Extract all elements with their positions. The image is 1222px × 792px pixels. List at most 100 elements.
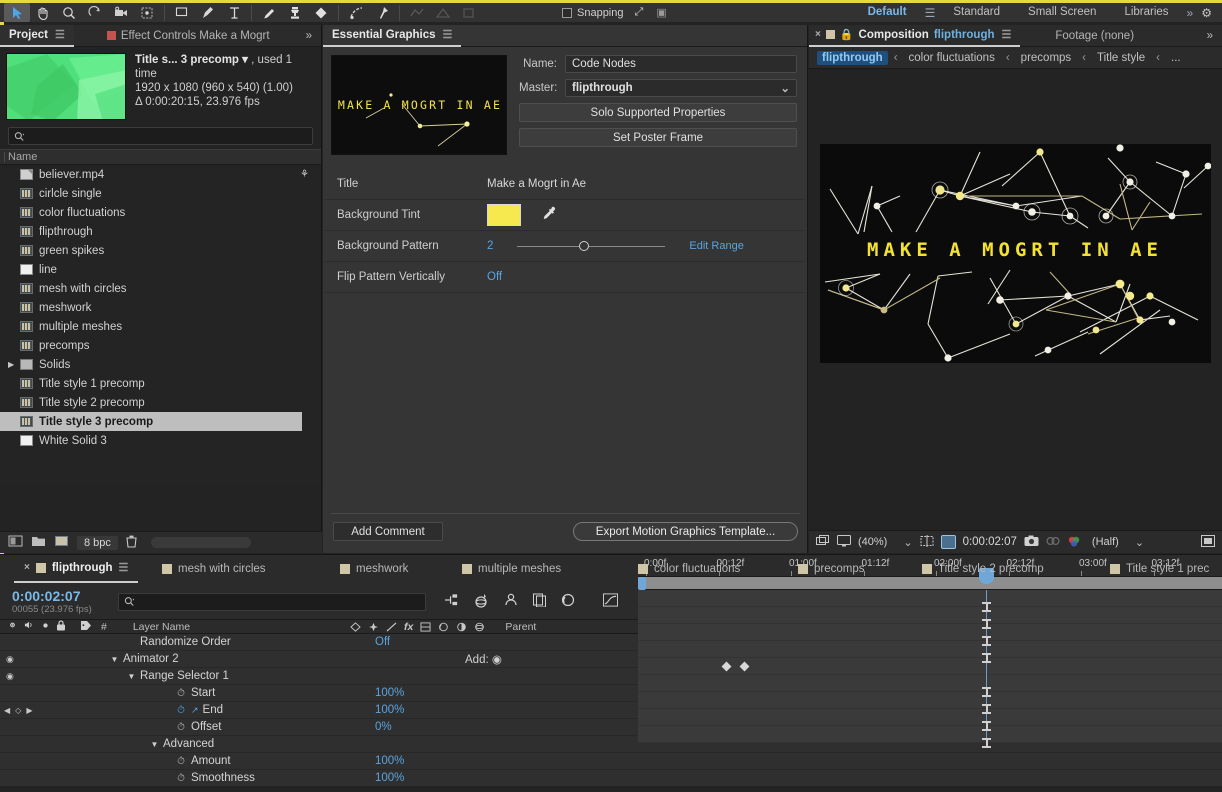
keyframe-toggle-icon[interactable]: ◇ <box>15 706 21 715</box>
comp-timecode[interactable]: 0:00:02:07 <box>963 536 1017 548</box>
graph-editor-icon[interactable] <box>603 593 618 610</box>
next-keyframe-icon[interactable]: ▶ <box>26 706 32 715</box>
property-value[interactable]: 100% <box>375 755 404 767</box>
enable-motion-blur-icon[interactable] <box>561 593 575 610</box>
breadcrumb-item[interactable]: precomps <box>1016 51 1077 65</box>
project-list-item[interactable]: line <box>0 260 321 279</box>
draft-3d-icon[interactable] <box>473 593 489 611</box>
timeline-keyframe-grid[interactable] <box>638 590 1222 742</box>
timeline-grid-row[interactable] <box>638 675 1222 692</box>
timeline-grid-row[interactable] <box>638 692 1222 709</box>
comp-snapshot-icon[interactable] <box>1024 535 1039 550</box>
project-menu-icon[interactable]: ☰ <box>55 28 65 41</box>
snap-target-icon[interactable]: ⤢ <box>635 6 644 19</box>
property-value[interactable]: 100% <box>375 704 404 716</box>
comp-region-of-interest-icon[interactable] <box>941 535 956 549</box>
timeline-search-box[interactable] <box>118 593 426 611</box>
timeline-tab[interactable]: ×flipthrough☰ <box>14 554 138 583</box>
timeline-tab[interactable]: mesh with circles <box>152 554 276 583</box>
workspace-overflow-icon[interactable]: » <box>1183 6 1198 20</box>
project-list-item[interactable]: mesh with circles <box>0 279 321 298</box>
snapping-group[interactable]: Snapping ⤢ ▣ <box>562 6 667 19</box>
project-list-item[interactable]: Title style 1 precomp <box>0 374 321 393</box>
timeline-tab[interactable]: color fluctuations <box>628 554 750 583</box>
snapping-checkbox[interactable] <box>562 8 572 18</box>
eg-prop-title[interactable]: Title Make a Mogrt in Ae <box>325 169 805 200</box>
timeline-tab[interactable]: meshwork <box>330 554 418 583</box>
eg-prop-flip-value[interactable]: Off <box>487 271 502 283</box>
breadcrumb-item[interactable]: flipthrough <box>817 51 888 65</box>
composition-tabs-overflow[interactable]: » <box>1198 25 1222 47</box>
project-search-box[interactable] <box>8 127 313 145</box>
audio-switch-icon[interactable] <box>24 620 35 633</box>
composition-menu-icon[interactable]: ☰ <box>1002 28 1012 41</box>
puppet-pin-tool[interactable] <box>369 3 395 22</box>
project-list-item[interactable]: flipthrough <box>0 222 321 241</box>
stopwatch-icon[interactable]: ⏱ <box>175 722 187 733</box>
timeline-tab[interactable]: Title style 2 precomp <box>912 554 1054 583</box>
add-comment-button[interactable]: Add Comment <box>333 522 443 541</box>
workspace-settings-icon[interactable]: ⚙ <box>1197 6 1216 20</box>
roto-brush-tool[interactable] <box>343 3 369 22</box>
comp-show-snapshot-icon[interactable] <box>1046 535 1060 550</box>
clone-stamp-tool[interactable] <box>282 3 308 22</box>
camera-tool[interactable] <box>108 3 134 22</box>
new-folder-icon[interactable] <box>31 535 46 550</box>
folder-twirl-icon[interactable]: ▶ <box>8 360 14 369</box>
close-icon[interactable]: × <box>24 562 30 573</box>
eg-prop-flip-vertically[interactable]: Flip Pattern Vertically Off <box>325 262 805 293</box>
project-list-item[interactable]: meshwork <box>0 298 321 317</box>
keyframe-marker[interactable] <box>982 636 991 646</box>
type-tool[interactable] <box>221 3 247 22</box>
eye-icon[interactable]: ◉ <box>6 671 14 682</box>
project-list-item[interactable]: color fluctuations <box>0 203 321 222</box>
project-item-list[interactable]: believer.mp4⚘cirlcle singlecolor fluctua… <box>0 165 321 485</box>
brush-tool[interactable] <box>256 3 282 22</box>
comp-resolution-dropdown[interactable]: (Half) ⌄ <box>1092 536 1144 549</box>
add-animator-button[interactable]: Add: ◉ <box>465 652 502 666</box>
timeline-current-time-group[interactable]: 0:00:02:07 00055 (23.976 fps) <box>0 589 118 615</box>
comp-grid-guides-icon[interactable] <box>920 535 934 550</box>
lock-switch-icon[interactable] <box>56 620 66 634</box>
project-list-item[interactable]: Title style 3 precomp <box>0 412 302 431</box>
keyframe-marker[interactable] <box>982 738 991 748</box>
timeline-tab[interactable]: Title style 1 prec <box>1100 554 1219 583</box>
eye-icon[interactable]: ◉ <box>6 654 14 665</box>
composition-breadcrumb[interactable]: flipthrough‹color fluctuations‹precomps‹… <box>809 47 1222 69</box>
rotation-tool[interactable] <box>82 3 108 22</box>
project-scrollbar[interactable] <box>151 537 251 548</box>
current-time-indicator[interactable] <box>986 590 987 742</box>
tab-essential-graphics[interactable]: Essential Graphics ☰ <box>323 25 461 47</box>
stopwatch-icon[interactable]: ⏱ <box>175 756 187 767</box>
timeline-grid-row[interactable] <box>638 641 1222 658</box>
stopwatch-icon[interactable]: ⏱ <box>175 773 187 784</box>
close-icon[interactable]: × <box>815 29 821 40</box>
eg-prop-title-value[interactable]: Make a Mogrt in Ae <box>487 178 586 190</box>
stopwatch-icon[interactable]: ⏱ <box>175 688 187 699</box>
pen-tool[interactable] <box>195 3 221 22</box>
project-list-item[interactable]: believer.mp4⚘ <box>0 165 321 184</box>
property-value[interactable]: 0% <box>375 721 392 733</box>
graph-editor-set-icon[interactable]: ↗ <box>191 705 199 716</box>
eg-prop-background-pattern[interactable]: Background Pattern 2 Edit Range <box>325 231 805 262</box>
enable-frame-blending-icon[interactable] <box>533 593 547 610</box>
timeline-grid-row[interactable] <box>638 709 1222 726</box>
set-poster-frame-button[interactable]: Set Poster Frame <box>519 128 797 147</box>
timeline-grid-row[interactable] <box>638 590 1222 607</box>
pan-behind-tool[interactable] <box>134 3 160 22</box>
keyframe-marker[interactable] <box>982 687 991 697</box>
property-value[interactable]: Off <box>375 636 390 648</box>
project-tabs-overflow[interactable]: » <box>297 25 321 47</box>
twirl-down-icon[interactable]: ▼ <box>150 740 159 749</box>
workspace-default[interactable]: Default <box>854 3 921 22</box>
comp-monitor-icon[interactable] <box>837 535 851 550</box>
project-list-item[interactable]: ▶Solids <box>0 355 321 374</box>
workspace-libraries[interactable]: Libraries <box>1110 3 1182 22</box>
background-tint-swatch[interactable] <box>487 204 521 226</box>
breadcrumb-item[interactable]: Title style <box>1092 51 1150 65</box>
comp-view-layout-icon[interactable] <box>1201 535 1215 550</box>
slider-knob[interactable] <box>579 241 589 251</box>
project-settings-icon[interactable] <box>54 535 69 550</box>
hide-shy-layers-icon[interactable] <box>503 593 519 610</box>
project-list-item[interactable]: Title style 2 precomp <box>0 393 321 412</box>
